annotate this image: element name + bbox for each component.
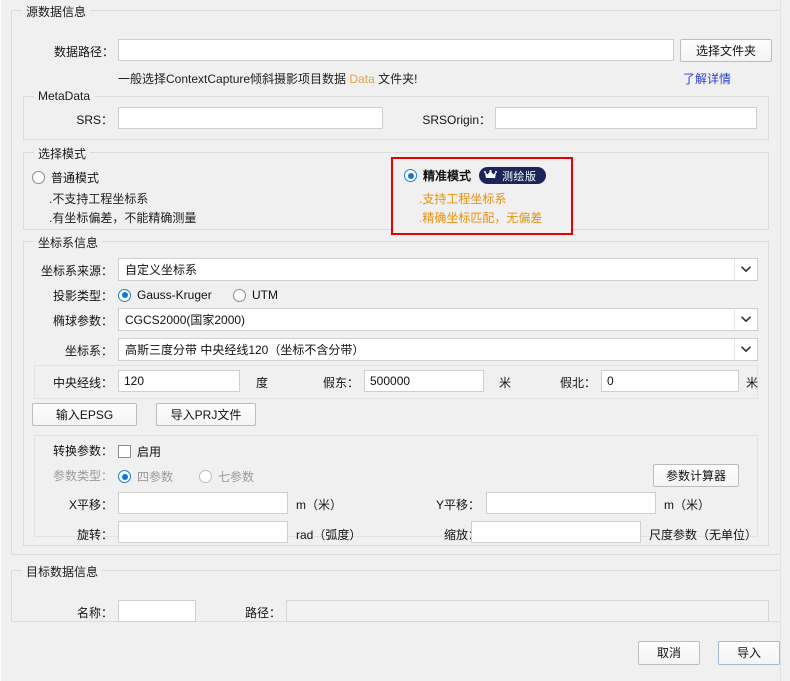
param-type-label: 参数类型： — [52, 469, 113, 483]
x-shift-unit: m（米） — [296, 498, 342, 512]
projection-gauss-kruger-radio[interactable] — [118, 288, 131, 302]
target-path-label: 路径： — [244, 606, 281, 620]
mode-group-legend: 选择模式 — [34, 145, 91, 162]
false-north-label: 假北： — [559, 376, 596, 390]
data-path-input[interactable] — [118, 39, 674, 61]
import-prj-button[interactable]: 导入PRJ文件 — [156, 403, 256, 426]
normal-mode-radio[interactable] — [32, 171, 45, 184]
rotate-input[interactable] — [118, 521, 288, 543]
source-data-group-legend: 源数据信息 — [22, 3, 91, 20]
transform-params-label: 转换参数： — [52, 444, 113, 458]
srsorigin-label: SRSOrigin： — [422, 113, 491, 127]
ellipsoid-value: CGCS2000(国家2000) — [125, 313, 246, 327]
crs-source-value: 自定义坐标系 — [125, 263, 198, 277]
normal-mode-radio-row[interactable]: 普通模式 — [32, 169, 99, 186]
projection-utm-radio[interactable] — [233, 288, 246, 302]
dialog-right-edge — [780, 0, 790, 681]
crs-group-legend: 坐标系信息 — [34, 234, 103, 251]
coordsys-value: 高斯三度分带 中央经线120（坐标不含分带） — [125, 343, 365, 357]
false-north-input[interactable] — [601, 370, 739, 392]
normal-mode-bullet-1: .不支持工程坐标系 — [49, 192, 149, 206]
central-meridian-input[interactable] — [118, 370, 240, 392]
false-east-input[interactable] — [364, 370, 484, 392]
precise-mode-radio[interactable] — [404, 169, 417, 182]
projection-utm-label: UTM — [252, 288, 278, 302]
choose-folder-button[interactable]: 选择文件夹 — [680, 39, 772, 62]
srs-label: SRS： — [76, 113, 113, 127]
param-type-four-label: 四参数 — [137, 470, 174, 484]
param-type-seven-radio[interactable] — [199, 470, 212, 483]
import-button[interactable]: 导入 — [718, 641, 780, 665]
projection-utm-radio-row[interactable]: UTM — [233, 288, 278, 302]
y-shift-label: Y平移： — [435, 498, 480, 512]
y-shift-unit: m（米） — [664, 498, 710, 512]
data-path-hint-prefix: 一般选择ContextCapture倾斜摄影项目数据 — [118, 72, 350, 86]
normal-mode-bullet-2: .有坐标偏差，不能精确测量 — [49, 211, 197, 225]
cancel-button[interactable]: 取消 — [638, 641, 700, 665]
chevron-down-icon[interactable] — [734, 339, 757, 360]
surveying-edition-badge: 测绘版 — [479, 167, 546, 184]
crs-source-combo[interactable]: 自定义坐标系 — [118, 258, 758, 281]
import-dialog: 源数据信息 数据路径： 选择文件夹 一般选择ContextCapture倾斜摄影… — [0, 0, 790, 681]
rotate-unit: rad（弧度） — [296, 528, 362, 542]
precise-mode-bullet-1: .支持工程坐标系 — [419, 192, 507, 206]
target-name-label: 名称： — [76, 606, 113, 620]
precise-mode-label: 精准模式 — [423, 169, 472, 183]
y-shift-input[interactable] — [486, 492, 656, 514]
rotate-label: 旋转： — [76, 528, 113, 542]
metadata-group-legend: MetaData — [34, 89, 95, 103]
projection-type-label: 投影类型： — [52, 289, 113, 303]
central-meridian-label: 中央经线： — [52, 376, 113, 390]
surveying-edition-badge-text: 测绘版 — [502, 170, 537, 183]
param-type-four-radio-row[interactable]: 四参数 — [118, 468, 173, 485]
scale-unit: 尺度参数（无单位） — [649, 528, 758, 542]
transform-enable-checkbox[interactable] — [118, 445, 131, 458]
ellipsoid-combo[interactable]: CGCS2000(国家2000) — [118, 308, 758, 331]
transform-enable-row[interactable]: 启用 — [118, 443, 161, 460]
chevron-down-icon[interactable] — [734, 309, 757, 330]
false-north-unit: 米 — [746, 376, 759, 390]
scale-input[interactable] — [471, 521, 641, 543]
normal-mode-label: 普通模式 — [51, 171, 100, 185]
precise-mode-radio-row[interactable]: 精准模式 测绘版 — [404, 167, 546, 184]
param-calculator-button[interactable]: 参数计算器 — [653, 464, 739, 487]
srs-input[interactable] — [118, 107, 383, 129]
input-epsg-button[interactable]: 输入EPSG — [32, 403, 137, 426]
chevron-down-icon[interactable] — [734, 259, 757, 280]
coordsys-label: 坐标系： — [64, 344, 113, 358]
scale-label: 缩放： — [443, 528, 480, 542]
crown-icon — [484, 170, 498, 181]
param-type-seven-label: 七参数 — [218, 470, 255, 484]
target-path-input[interactable] — [286, 600, 769, 622]
precise-mode-bullet-2: .精确坐标匹配，无偏差 — [419, 211, 543, 225]
ellipsoid-label: 椭球参数： — [52, 314, 113, 328]
coordsys-combo[interactable]: 高斯三度分带 中央经线120（坐标不含分带） — [118, 338, 758, 361]
data-path-hint-accent: Data — [349, 72, 375, 86]
data-path-hint-suffix: 文件夹! — [374, 72, 418, 86]
param-type-four-radio[interactable] — [118, 470, 131, 483]
data-path-hint: 一般选择ContextCapture倾斜摄影项目数据 Data 文件夹! — [118, 70, 417, 87]
projection-gauss-kruger-label: Gauss-Kruger — [137, 288, 212, 302]
projection-gauss-kruger-radio-row[interactable]: Gauss-Kruger — [118, 288, 212, 302]
x-shift-label: X平移： — [68, 498, 113, 512]
crs-source-label: 坐标系来源： — [40, 264, 113, 278]
transform-enable-label: 启用 — [137, 445, 162, 459]
learn-more-link[interactable]: 了解详情 — [683, 70, 731, 87]
param-type-seven-radio-row[interactable]: 七参数 — [199, 468, 254, 485]
x-shift-input[interactable] — [118, 492, 288, 514]
srsorigin-input[interactable] — [495, 107, 757, 129]
data-path-label: 数据路径： — [53, 45, 114, 59]
target-name-input[interactable] — [118, 600, 196, 622]
false-east-label: 假东： — [322, 376, 359, 390]
target-data-group-legend: 目标数据信息 — [22, 563, 103, 580]
